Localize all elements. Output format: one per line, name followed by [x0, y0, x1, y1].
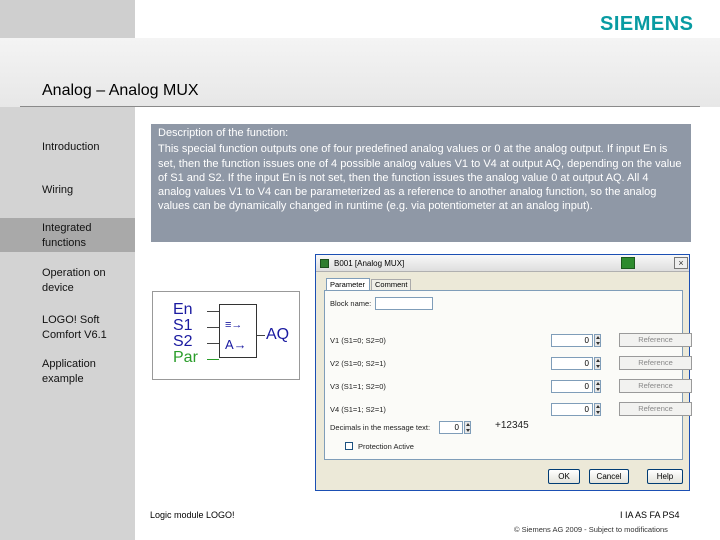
- v2-label: V2 (S1=0; S2=1): [330, 359, 386, 368]
- pin-s2-label: S2: [173, 333, 193, 350]
- block-icon: [320, 259, 329, 268]
- nav-item-logo-soft-comfort[interactable]: LOGO! Soft Comfort V6.1: [0, 313, 120, 343]
- block-name-label: Block name:: [330, 299, 372, 308]
- v3-reference-button[interactable]: Reference: [619, 379, 692, 393]
- nav-item-wiring[interactable]: Wiring: [0, 183, 135, 198]
- window-icon[interactable]: [621, 257, 635, 269]
- v2-spinner[interactable]: [594, 357, 601, 370]
- protection-checkbox[interactable]: [345, 442, 353, 450]
- pin-s1-label: S1: [173, 317, 193, 334]
- decimals-input[interactable]: 0: [439, 421, 463, 434]
- tab-comment[interactable]: Comment: [371, 279, 411, 290]
- decimals-label: Decimals in the message text:: [330, 423, 431, 432]
- ok-button[interactable]: OK: [548, 469, 580, 484]
- help-button[interactable]: Help: [647, 469, 683, 484]
- nav-item-integrated-functions[interactable]: Integrated functions: [0, 218, 135, 252]
- figure-caption: Logic module LOGO!: [150, 510, 235, 520]
- v3-input[interactable]: 0: [551, 380, 593, 393]
- pin-aq-label: AQ: [266, 326, 290, 343]
- function-block-body: ≡→ A→: [219, 304, 257, 358]
- v1-spinner[interactable]: [594, 334, 601, 347]
- nav-item-application-example[interactable]: Application example: [0, 357, 115, 387]
- v4-label: V4 (S1=1; S2=1): [330, 405, 386, 414]
- block-name-input[interactable]: [375, 297, 433, 310]
- pin-en-line: [207, 311, 219, 312]
- decimals-preview: +12345: [495, 420, 529, 431]
- dialog-title: B001 [Analog MUX]: [334, 259, 405, 268]
- dialog-titlebar[interactable]: B001 [Analog MUX] ×: [316, 255, 689, 272]
- v1-input[interactable]: 0: [551, 334, 593, 347]
- protection-label: Protection Active: [358, 442, 414, 451]
- v4-spinner[interactable]: [594, 403, 601, 416]
- parameter-panel: Block name: V1 (S1=0; S2=0) 0 Reference …: [324, 290, 692, 460]
- page-title: Analog – Analog MUX: [42, 82, 199, 99]
- close-icon[interactable]: ×: [674, 257, 688, 269]
- v3-spinner[interactable]: [594, 380, 601, 393]
- description-box: Description of the function: This specia…: [151, 124, 691, 242]
- pin-s2-line: [207, 343, 219, 344]
- pin-par-line: [207, 359, 219, 360]
- analog-arrow-icon: A→: [225, 337, 247, 352]
- siemens-logo: SIEMENS: [600, 13, 694, 35]
- cancel-button[interactable]: Cancel: [589, 469, 629, 484]
- v4-reference-button[interactable]: Reference: [619, 402, 692, 416]
- nav-item-operation-on-device[interactable]: Operation on device: [0, 266, 120, 296]
- pin-aq-line: [257, 335, 265, 336]
- description-heading: Description of the function:: [158, 127, 289, 139]
- pin-s1-line: [207, 327, 219, 328]
- pin-en-label: En: [173, 301, 193, 318]
- pin-par-label: Par: [173, 349, 198, 366]
- v3-label: V3 (S1=1; S2=0): [330, 382, 386, 391]
- department-code: I IA AS FA PS4: [620, 510, 680, 520]
- v2-input[interactable]: 0: [551, 357, 593, 370]
- tab-parameter[interactable]: Parameter: [326, 278, 370, 290]
- mux-icon: ≡→: [225, 319, 243, 331]
- description-body: This special function outputs one of fou…: [158, 143, 682, 213]
- nav-item-introduction[interactable]: Introduction: [0, 140, 135, 155]
- v4-input[interactable]: 0: [551, 403, 593, 416]
- v1-label: V1 (S1=0; S2=0): [330, 336, 386, 345]
- v1-reference-button[interactable]: Reference: [619, 333, 692, 347]
- analog-mux-dialog: B001 [Analog MUX] × Parameter Comment Bl…: [315, 254, 692, 491]
- copyright-notice: © Siemens AG 2009 - Subject to modificat…: [514, 525, 668, 534]
- function-block-diagram: En S1 S2 Par ≡→ A→ AQ: [152, 291, 300, 380]
- header-sidebar-strip: [0, 0, 135, 38]
- decimals-spinner[interactable]: [464, 421, 471, 434]
- v2-reference-button[interactable]: Reference: [619, 356, 692, 370]
